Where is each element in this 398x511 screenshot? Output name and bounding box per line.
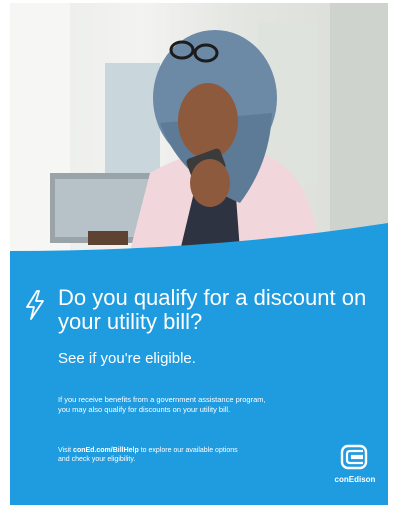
bill-help-link[interactable]: conEd.com/BillHelp xyxy=(73,447,139,454)
hero-photo xyxy=(10,3,388,251)
headline: Do you qualify for a discount on your ut… xyxy=(58,285,367,334)
body-paragraph: If you receive benefits from a governmen… xyxy=(58,395,266,414)
lightning-bolt-icon xyxy=(26,290,44,320)
subheadline: See if you're eligible. xyxy=(58,350,196,367)
conedison-logo-icon xyxy=(340,444,368,470)
visit-prefix: Visit xyxy=(58,447,74,454)
wave-divider xyxy=(10,223,388,251)
logo-text: conEdison xyxy=(334,475,376,484)
visit-paragraph: Visit conEd.com/BillHelp to explore our … xyxy=(58,446,248,464)
flyer: Do you qualify for a discount on your ut… xyxy=(10,3,388,505)
